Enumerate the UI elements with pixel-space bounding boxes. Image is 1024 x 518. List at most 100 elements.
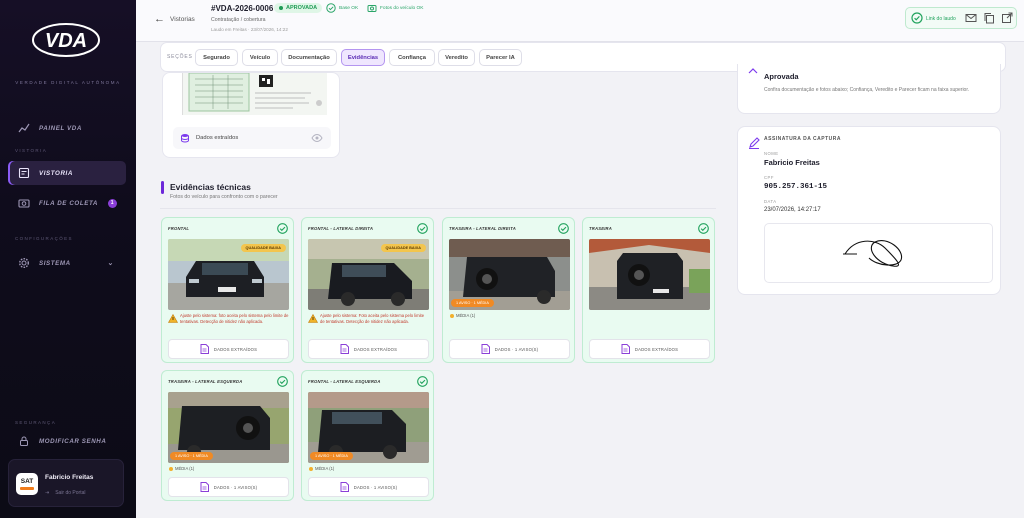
- evidence-card-traseira-lateral-esquerda: TRASEIRA - LATERAL ESQUERDA 1 AVISO · 1 …: [161, 370, 294, 501]
- nav-label: FILA DE COLETA: [39, 199, 98, 207]
- severity-dot-icon: [309, 466, 313, 471]
- file-icon: [340, 482, 349, 492]
- eye-icon[interactable]: [311, 133, 323, 143]
- signature-cpf-label: CPF: [764, 175, 774, 180]
- extracted-data-button[interactable]: DADOS EXTRAÍDOS: [168, 339, 289, 359]
- nav-label: PAINEL VDA: [39, 124, 82, 132]
- warning-message: Ajuste pelo sistema: Foto aceita pelo si…: [308, 313, 429, 325]
- report-link-box[interactable]: Link do laudo: [905, 7, 1017, 29]
- quality-badge: QUALIDADE BAIXA: [380, 244, 426, 252]
- file-icon: [200, 344, 209, 354]
- header: ← Vistorias #VDA-2026-0006 APROVADA Base…: [136, 0, 1024, 42]
- nav-fila-de-coleta[interactable]: FILA DE COLETA 1: [8, 191, 126, 215]
- nav-modificar-senha[interactable]: MODIFICAR SENHA: [8, 429, 126, 453]
- nav-painel-vda[interactable]: PAINEL VDA: [8, 116, 126, 140]
- user-name: Fabricio Freitas: [45, 474, 94, 481]
- verdict-card: Aprovada Confira documentação e fotos ab…: [737, 64, 1001, 114]
- nav-label: MODIFICAR SENHA: [39, 437, 107, 445]
- check-circle-icon: [277, 376, 288, 387]
- severity-dot-icon: [450, 313, 454, 318]
- extracted-data-button[interactable]: DADOS · 1 AVISO(S): [168, 477, 289, 497]
- clipboard-icon: [18, 167, 30, 179]
- severity-dot-icon: [169, 466, 173, 471]
- nav-label: VISTORIA: [39, 169, 73, 177]
- inspection-id: #VDA-2026-0006: [211, 4, 274, 13]
- verdict-title: Aprovada: [764, 72, 799, 81]
- external-link-icon[interactable]: [1001, 12, 1013, 24]
- nav-label: SISTEMA: [39, 259, 71, 267]
- extracted-data-button[interactable]: DADOS · 1 AVISO(S): [449, 339, 570, 359]
- tab-veredito[interactable]: Veredito: [438, 49, 475, 66]
- document-thumbnail[interactable]: [182, 72, 327, 115]
- chevron-down-icon: ⌄: [107, 260, 114, 267]
- camera-icon: [18, 199, 30, 208]
- severity-indicator: MÉDIA (1): [309, 466, 334, 471]
- nav-vistoria[interactable]: VISTORIA: [8, 161, 126, 185]
- tab-confianca[interactable]: Confiança: [389, 49, 435, 66]
- file-icon: [200, 482, 209, 492]
- warning-badge: 1 AVISO · 1 MÉDIA: [170, 452, 213, 460]
- signature-header: ASSINATURA DA CAPTURA: [764, 136, 841, 142]
- nav-section-config: CONFIGURAÇÕES: [15, 236, 73, 241]
- evidence-title-accent: [161, 181, 164, 194]
- evidence-label: FRONTAL: [168, 226, 190, 231]
- extracted-data-button[interactable]: DADOS · 1 AVISO(S): [308, 477, 429, 497]
- handwritten-signature: [843, 240, 903, 267]
- gear-icon: [18, 257, 30, 269]
- logout-button[interactable]: ⇥ Sair do Portal: [45, 490, 86, 496]
- brand-tagline: VERDADE DIGITAL AUTÔNOMA: [15, 80, 121, 85]
- lock-icon: [20, 436, 28, 446]
- severity-indicator: MÉDIA (1): [450, 313, 475, 318]
- check-circle-icon: [558, 223, 569, 234]
- status-badge: APROVADA: [274, 3, 323, 13]
- check-circle-icon: [911, 12, 923, 24]
- warning-badge: 1 AVISO · 1 MÉDIA: [310, 452, 353, 460]
- avatar: SAT: [16, 473, 38, 495]
- vda-logo[interactable]: VDA: [30, 20, 102, 64]
- mail-icon[interactable]: [965, 12, 977, 24]
- extracted-data-row[interactable]: Dados extraídos: [173, 127, 331, 149]
- file-icon: [340, 344, 349, 354]
- vehicle-photo-traseira[interactable]: [589, 239, 710, 310]
- quality-badge: QUALIDADE BAIXA: [240, 244, 286, 252]
- evidence-subtitle: Fotos do veículo para confronto com o pa…: [170, 194, 278, 200]
- sidebar: VDA VERDADE DIGITAL AUTÔNOMA PAINEL VDA …: [0, 0, 136, 518]
- extracted-data-button[interactable]: DADOS EXTRAÍDOS: [589, 339, 710, 359]
- tab-evidencias[interactable]: Evidências: [341, 49, 385, 66]
- svg-text:VDA: VDA: [45, 30, 87, 52]
- signature-date-label: DATA: [764, 199, 777, 204]
- nav-sistema[interactable]: SISTEMA ⌄: [8, 251, 126, 275]
- evidence-card-frontal-lateral-esquerda: FRONTAL - LATERAL ESQUERDA 1 AVISO · 1 M…: [301, 370, 434, 501]
- signature-image: [764, 223, 993, 283]
- inspection-subtitle: Contratação / cobertura: [211, 17, 266, 23]
- check-circle-icon: [417, 376, 428, 387]
- tab-documentacao[interactable]: Documentação: [281, 49, 337, 66]
- evidence-title: Evidências técnicas: [170, 182, 251, 192]
- document-image: [183, 72, 327, 115]
- warning-icon: [168, 314, 178, 323]
- document-card: Dados extraídos: [162, 72, 340, 158]
- tabs-label: SEÇÕES: [167, 54, 193, 60]
- inspection-created: Laudo em Freitas · 23/07/2026, 14:22: [211, 27, 288, 32]
- evidence-card-frontal-lateral-direita: FRONTAL - LATERAL DIREITA QUALIDADE BAIX…: [301, 217, 434, 363]
- back-to-vistorias-link[interactable]: ← Vistorias: [154, 13, 195, 25]
- evidence-label: TRASEIRA - LATERAL DIREITA: [449, 226, 516, 231]
- signature-pen-icon: [749, 137, 760, 149]
- tab-veiculo[interactable]: Veículo: [242, 49, 278, 66]
- file-icon: [481, 344, 490, 354]
- check-circle-icon: [698, 223, 709, 234]
- chart-icon: [18, 123, 30, 133]
- evidence-label: FRONTAL - LATERAL DIREITA: [308, 226, 374, 231]
- user-card: SAT Fabricio Freitas ⇥ Sair do Portal: [8, 459, 124, 507]
- evidence-card-frontal: FRONTAL QUALIDADE BAIXA Ajuste pelo sist…: [161, 217, 294, 363]
- evidence-label: FRONTAL - LATERAL ESQUERDA: [308, 379, 381, 384]
- check-base: Base OK: [326, 3, 358, 13]
- tab-segurado[interactable]: Segurado: [195, 49, 238, 66]
- extracted-data-button[interactable]: DADOS EXTRAÍDOS: [308, 339, 429, 359]
- copy-icon[interactable]: [983, 12, 995, 24]
- logout-icon: ⇥: [45, 490, 50, 496]
- tab-parecer-ia[interactable]: Parecer IA: [479, 49, 522, 66]
- queue-count-badge: 1: [108, 198, 117, 208]
- signature-card: ASSINATURA DA CAPTURA NOME Fabricio Frei…: [737, 126, 1001, 295]
- nav-section-vistoria: VISTORIA: [15, 148, 48, 153]
